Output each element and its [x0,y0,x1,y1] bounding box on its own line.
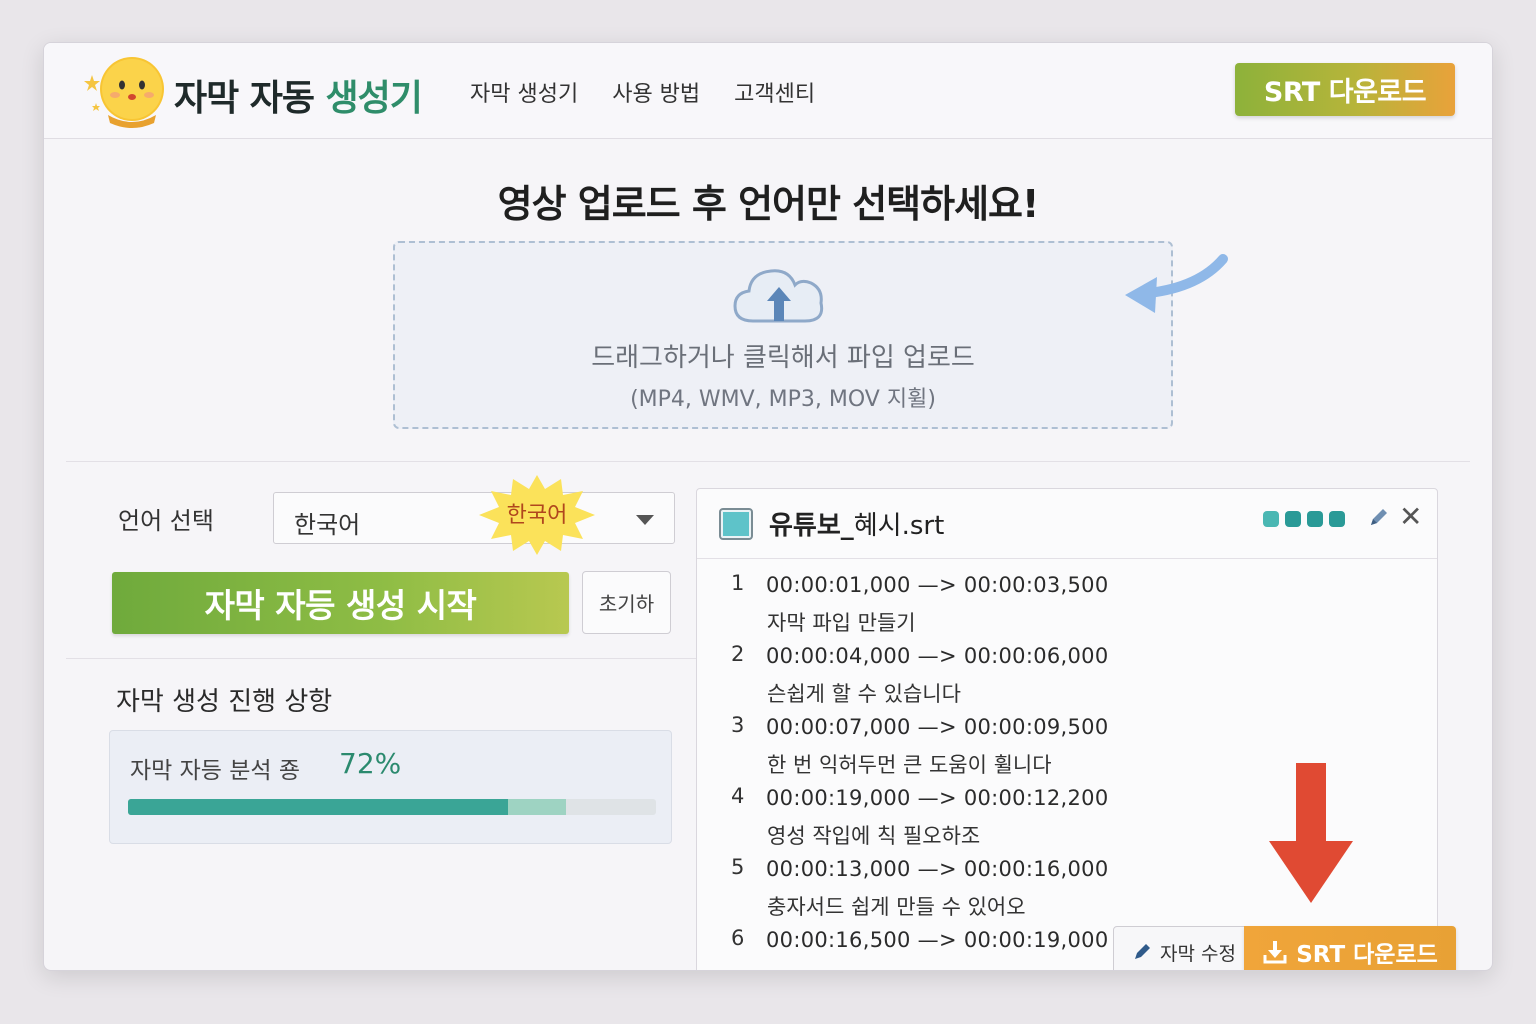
srt-cue: 2 00:00:04,000 —> 00:00:06,000 슨쉽게 할 수 있습니… [697,642,1437,713]
language-label: 언어 선택 [118,507,214,535]
supported-formats: (MP4, WMV, MP3, MOV 지휠) [630,387,936,412]
cue-timestamp: 00:00:04,000 —> 00:00:06,000 [766,644,1109,668]
status-dot [1307,511,1323,527]
progress-title: 자막 생성 진행 상항 [116,687,333,717]
srt-download-label: SRT 다운로드 [1296,942,1438,968]
cue-number: 6 [731,926,745,950]
dropzone-instruction: 드래그하거나 클릭해서 파입 업로드 [591,343,975,373]
status-dot [1285,511,1301,527]
edit-subtitle-label: 자막 수정 [1160,942,1236,965]
status-dots [1263,511,1345,527]
header-srt-download-button[interactable]: SRT 다운로드 [1235,63,1455,116]
progress-card: 자막 자등 분석 죵 72% [109,730,672,844]
curved-arrow-icon [1125,254,1228,313]
cue-number: 4 [731,784,745,808]
cue-text: 영성 작입에 칙 필오하조 [767,824,981,848]
reset-button[interactable]: 초기하 [582,571,671,634]
cue-timestamp: 00:00:19,000 —> 00:00:12,200 [766,786,1109,810]
app-logo-text: 자막 자동 생성기 [174,69,423,121]
cue-text: 한 번 익허두먼 큰 도움이 휠니다 [767,753,1052,777]
close-icon[interactable]: ✕ [1399,503,1422,531]
cue-number: 3 [731,713,745,737]
cloud-upload-icon [733,269,824,323]
cue-timestamp: 00:00:13,000 —> 00:00:16,000 [766,857,1109,881]
cue-timestamp: 00:00:16,500 —> 00:00:19,000 [766,928,1109,952]
srt-cue: 1 00:00:01,000 —> 00:00:03,500 자막 파입 만들기 [697,571,1437,642]
nav-how-to-use[interactable]: 사용 방법 [612,76,700,108]
brand-name-accent: 생성기 [325,78,423,119]
srt-panel-header: 유튜보_혜시.srt ✕ [697,489,1437,559]
language-burst-label: 한국어 [506,503,568,528]
language-selected-value: 한국어 [294,511,361,539]
file-dropzone[interactable]: 드래그하거나 클릭해서 파입 업로드 (MP4, WMV, MP3, MOV 지… [393,241,1173,429]
app-window: 자막 자동 생성기 자막 생성기 사용 방법 고객센티 SRT 다운로드 영상 … [43,42,1493,971]
progress-percent: 72% [339,747,402,780]
language-highlight-burst: 한국어 [479,475,595,555]
cue-number: 1 [731,571,745,595]
section-divider [66,461,1470,462]
edit-subtitle-button[interactable]: 자막 수정 [1113,926,1253,970]
chevron-down-icon [636,515,654,525]
progress-bar [128,799,656,815]
pencil-icon [1135,944,1150,959]
file-icon [719,508,753,540]
status-dot [1263,511,1279,527]
cue-number: 2 [731,642,745,666]
start-generation-button[interactable]: 자막 자등 생성 시작 [112,572,569,634]
main-nav: 자막 생성기 사용 방법 고객센티 [470,76,815,108]
srt-filename: 유튜보_혜시.srt [769,505,944,542]
srt-download-button[interactable]: SRT 다운로드 [1244,926,1456,970]
left-divider [66,658,696,659]
cue-timestamp: 00:00:07,000 —> 00:00:09,500 [766,715,1109,739]
cue-number: 5 [731,855,745,879]
language-select[interactable]: 한국어 한국어 [273,475,675,555]
pencil-icon[interactable] [1367,507,1389,529]
page-headline: 영상 업로드 후 언어만 선택하세요! [497,182,1040,226]
arrow-down-icon [1269,763,1353,903]
mascot-logo-icon [84,57,164,128]
cue-timestamp: 00:00:01,000 —> 00:00:03,500 [766,573,1109,597]
header: 자막 자동 생성기 자막 생성기 사용 방법 고객센티 SRT 다운로드 [44,43,1492,139]
brand-name: 자막 자동 [174,78,326,119]
filename-suffix: 혜시.srt [853,511,945,541]
cue-text: 슨쉽게 할 수 있습니다 [767,682,961,706]
cue-text: 자막 파입 만들기 [767,611,916,635]
status-dot [1329,511,1345,527]
progress-status-text: 자막 자등 분석 죵 [130,758,301,784]
nav-customer-center[interactable]: 고객센티 [734,76,815,108]
filename-main: 유튜보_ [769,511,854,541]
progress-fill [128,799,509,815]
cue-text: 충자서드 쉽게 만들 수 있어오 [767,895,1026,919]
download-icon [1263,941,1287,964]
nav-subtitle-generator[interactable]: 자막 생성기 [470,76,578,108]
